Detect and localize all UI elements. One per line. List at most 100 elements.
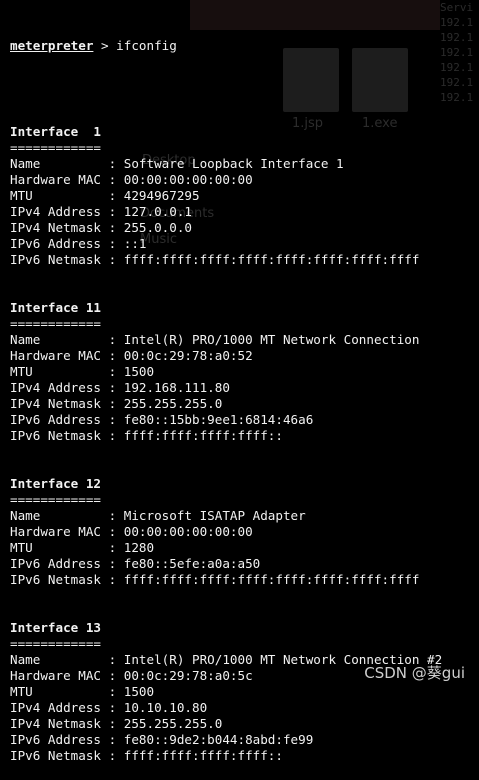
- interface-block: Interface 12 ============ Name : Microsoft…: [10, 476, 479, 588]
- interface-field-row: IPv6 Address : ::1: [10, 236, 479, 252]
- field-value: ffff:ffff:ffff:ffff:ffff:ffff:ffff:ffff: [123, 572, 420, 587]
- interface-field-row: MTU : 4294967295: [10, 188, 479, 204]
- field-separator: :: [101, 348, 124, 363]
- field-separator: :: [101, 204, 124, 219]
- interface-field-row: IPv4 Netmask : 255.255.255.0: [10, 396, 479, 412]
- command-line: meterpreter > ifconfig: [10, 38, 479, 54]
- field-value: Microsoft ISATAP Adapter: [123, 508, 306, 523]
- field-value: 00:0c:29:78:a0:52: [123, 348, 253, 363]
- interface-field-row: Name : Software Loopback Interface 1: [10, 156, 479, 172]
- field-value: ::1: [123, 236, 147, 251]
- interface-field-row: IPv6 Address : fe80::9de2:b044:8abd:fe99: [10, 732, 479, 748]
- prompt-separator: >: [93, 38, 117, 53]
- field-separator: :: [101, 684, 124, 699]
- field-value: 127.0.0.1: [123, 204, 192, 219]
- field-separator: :: [101, 380, 124, 395]
- field-label: IPv4 Address: [10, 700, 101, 715]
- field-label: Hardware MAC: [10, 668, 101, 683]
- interface-field-row: IPv4 Netmask : 255.255.255.0: [10, 716, 479, 732]
- field-separator: :: [101, 220, 124, 235]
- field-separator: :: [101, 524, 124, 539]
- field-separator: :: [101, 428, 124, 443]
- interface-field-row: IPv6 Netmask : ffff:ffff:ffff:ffff::: [10, 428, 479, 444]
- interface-field-row: IPv4 Address : 127.0.0.1: [10, 204, 479, 220]
- field-label: MTU: [10, 364, 101, 379]
- field-value: ffff:ffff:ffff:ffff::: [123, 748, 283, 763]
- field-value: 00:0c:29:78:a0:5c: [123, 668, 253, 683]
- field-value: 00:00:00:00:00:00: [123, 524, 253, 539]
- field-value: 255.255.255.0: [123, 396, 223, 411]
- field-label: Hardware MAC: [10, 172, 101, 187]
- field-value: 1280: [123, 540, 155, 555]
- interface-field-row: Name : Intel(R) PRO/1000 MT Network Conn…: [10, 332, 479, 348]
- field-value: 192.168.111.80: [123, 380, 230, 395]
- field-label: MTU: [10, 188, 101, 203]
- field-label: IPv6 Address: [10, 412, 101, 427]
- field-label: IPv4 Netmask: [10, 716, 101, 731]
- interface-underline: ============: [10, 316, 101, 331]
- field-separator: :: [101, 652, 124, 667]
- field-separator: :: [101, 172, 124, 187]
- interface-field-row: Name : Microsoft ISATAP Adapter: [10, 508, 479, 524]
- field-separator: :: [101, 732, 124, 747]
- field-separator: :: [101, 332, 124, 347]
- field-separator: :: [101, 716, 124, 731]
- field-label: Name: [10, 156, 101, 171]
- interface-field-row: MTU : 1280: [10, 540, 479, 556]
- field-label: MTU: [10, 540, 101, 555]
- field-value: Intel(R) PRO/1000 MT Network Connection: [123, 332, 420, 347]
- interface-field-row: MTU : 1500: [10, 684, 479, 700]
- interface-field-row: IPv4 Netmask : 255.0.0.0: [10, 220, 479, 236]
- interface-title: Interface 12: [10, 476, 101, 491]
- field-label: IPv4 Netmask: [10, 396, 101, 411]
- interface-field-row: IPv6 Netmask : ffff:ffff:ffff:ffff:ffff:…: [10, 252, 479, 268]
- field-separator: :: [101, 748, 124, 763]
- field-value: Software Loopback Interface 1: [123, 156, 344, 171]
- interface-field-row: Hardware MAC : 00:00:00:00:00:00: [10, 172, 479, 188]
- field-separator: :: [101, 700, 124, 715]
- field-separator: :: [101, 508, 124, 523]
- field-label: IPv6 Address: [10, 556, 101, 571]
- interface-field-row: IPv6 Address : fe80::15bb:9ee1:6814:46a6: [10, 412, 479, 428]
- field-label: Name: [10, 332, 101, 347]
- interface-block: Interface 11 ============ Name : Intel(R) …: [10, 300, 479, 444]
- field-separator: :: [101, 396, 124, 411]
- field-separator: :: [101, 572, 124, 587]
- field-label: IPv6 Netmask: [10, 748, 101, 763]
- interface-title: Interface 11: [10, 300, 101, 315]
- field-label: IPv4 Address: [10, 204, 101, 219]
- field-label: IPv6 Netmask: [10, 428, 101, 443]
- field-separator: :: [101, 540, 124, 555]
- field-label: IPv6 Netmask: [10, 572, 101, 587]
- field-separator: :: [101, 156, 124, 171]
- interface-field-row: MTU : 1500: [10, 364, 479, 380]
- field-value: ffff:ffff:ffff:ffff:ffff:ffff:ffff:ffff: [123, 252, 420, 267]
- interface-underline: ============: [10, 636, 101, 651]
- field-label: Name: [10, 508, 101, 523]
- field-separator: :: [101, 252, 124, 267]
- field-value: 1500: [123, 684, 155, 699]
- field-value: 00:00:00:00:00:00: [123, 172, 253, 187]
- field-value: 255.255.255.0: [123, 716, 223, 731]
- interface-block: Interface 13 ============ Name : Intel(R) …: [10, 620, 479, 764]
- field-label: IPv6 Netmask: [10, 252, 101, 267]
- field-value: fe80::15bb:9ee1:6814:46a6: [123, 412, 314, 427]
- interface-title: Interface 1: [10, 124, 101, 139]
- interface-field-row: IPv4 Address : 10.10.10.80: [10, 700, 479, 716]
- field-label: IPv4 Address: [10, 380, 101, 395]
- meterpreter-prompt: meterpreter: [10, 38, 94, 53]
- interface-block: Interface 1 ============ Name : Software L…: [10, 124, 479, 268]
- field-label: IPv4 Netmask: [10, 220, 101, 235]
- field-value: 10.10.10.80: [123, 700, 208, 715]
- interface-field-row: Hardware MAC : 00:0c:29:78:a0:52: [10, 348, 479, 364]
- field-label: Hardware MAC: [10, 524, 101, 539]
- field-separator: :: [101, 364, 124, 379]
- field-label: MTU: [10, 684, 101, 699]
- field-separator: :: [101, 236, 124, 251]
- field-value: ffff:ffff:ffff:ffff::: [123, 428, 283, 443]
- field-value: 255.0.0.0: [123, 220, 192, 235]
- watermark: CSDN @葵gui: [364, 664, 465, 682]
- field-label: Hardware MAC: [10, 348, 101, 363]
- interface-field-row: IPv4 Address : 192.168.111.80: [10, 380, 479, 396]
- field-separator: :: [101, 556, 124, 571]
